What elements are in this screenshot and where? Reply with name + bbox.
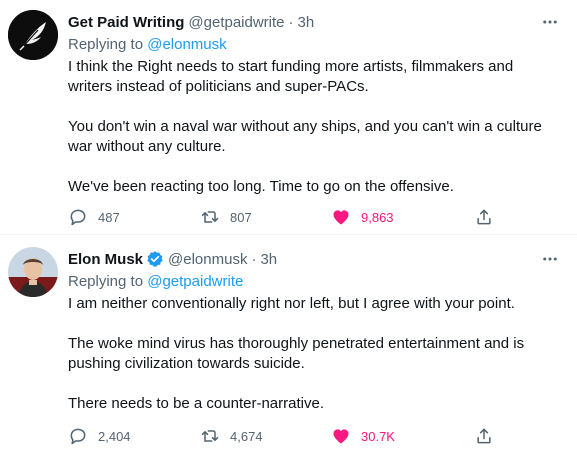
retweet-count: 807 (230, 209, 252, 225)
like-count: 9,863 (361, 209, 394, 225)
replying-to-link[interactable]: @getpaidwrite (147, 273, 243, 290)
tweet-paragraph: I think the Right needs to start funding… (68, 58, 514, 95)
more-options-button[interactable] (539, 11, 561, 33)
tweet-paragraph: There needs to be a counter-narrative. (68, 395, 324, 412)
retweet-count: 4,674 (230, 428, 263, 444)
more-dots-icon (543, 20, 557, 24)
tweet-elon-musk[interactable]: Elon Musk @elonmusk · 3h Replying to @ge… (0, 235, 577, 458)
tweet-actions: 2,404 4,674 30.7K (0, 424, 577, 448)
avatar[interactable] (8, 10, 58, 60)
author-handle[interactable]: @getpaidwrite (188, 14, 284, 31)
author-handle[interactable]: @elonmusk (168, 251, 247, 268)
tweet-paragraph: We've been reacting too long. Time to go… (68, 178, 454, 195)
avatar[interactable] (8, 247, 58, 297)
heart-filled-icon (333, 429, 349, 444)
tweet-get-paid-writing[interactable]: Get Paid Writing @getpaidwrite · 3h Repl… (0, 0, 577, 235)
more-dots-icon (543, 257, 557, 261)
share-icon (477, 428, 491, 444)
reply-count: 2,404 (98, 428, 131, 444)
like-button[interactable]: 9,863 (331, 207, 394, 227)
replying-to: Replying to @elonmusk (68, 34, 561, 55)
tweet-timestamp[interactable]: 3h (298, 14, 315, 31)
retweet-button[interactable]: 4,674 (200, 426, 263, 446)
feather-quill-icon (8, 10, 58, 60)
reply-button[interactable]: 487 (68, 207, 120, 227)
reply-button[interactable]: 2,404 (68, 426, 131, 446)
share-icon (477, 209, 491, 225)
share-button[interactable] (474, 426, 494, 446)
reply-icon (70, 209, 86, 226)
like-count: 30.7K (361, 428, 395, 444)
reply-count: 487 (98, 209, 120, 225)
author-name[interactable]: Get Paid Writing (68, 14, 184, 31)
replying-to-link[interactable]: @elonmusk (147, 36, 226, 53)
tweet-timestamp[interactable]: 3h (260, 251, 277, 268)
tweet-header: Elon Musk @elonmusk · 3h (68, 248, 561, 270)
tweet-content: Elon Musk @elonmusk · 3h Replying to @ge… (68, 248, 561, 414)
tweet-paragraph: You don't win a naval war without any sh… (68, 118, 542, 155)
user-photo-avatar (8, 247, 58, 297)
tweet-text: I think the Right needs to start funding… (68, 57, 561, 197)
retweet-icon (201, 211, 219, 223)
tweet-paragraph: The woke mind virus has thoroughly penet… (68, 335, 525, 372)
separator-dot: · (288, 13, 294, 31)
tweet-actions: 487 807 9,863 (0, 205, 577, 229)
separator-dot: · (251, 250, 257, 268)
heart-filled-icon (333, 210, 349, 225)
retweet-button[interactable]: 807 (200, 207, 252, 227)
verified-badge-icon (147, 251, 163, 267)
replying-prefix: Replying to (68, 273, 144, 290)
tweet-text: I am neither conventionally right nor le… (68, 294, 561, 414)
author-name[interactable]: Elon Musk (68, 251, 143, 268)
replying-prefix: Replying to (68, 36, 144, 53)
replying-to: Replying to @getpaidwrite (68, 271, 561, 292)
more-options-button[interactable] (539, 248, 561, 270)
like-button[interactable]: 30.7K (331, 426, 395, 446)
tweet-paragraph: I am neither conventionally right nor le… (68, 295, 515, 312)
share-button[interactable] (474, 207, 494, 227)
tweet-header: Get Paid Writing @getpaidwrite · 3h (68, 11, 561, 33)
reply-icon (70, 428, 86, 445)
tweet-content: Get Paid Writing @getpaidwrite · 3h Repl… (68, 11, 561, 197)
retweet-icon (201, 430, 219, 442)
